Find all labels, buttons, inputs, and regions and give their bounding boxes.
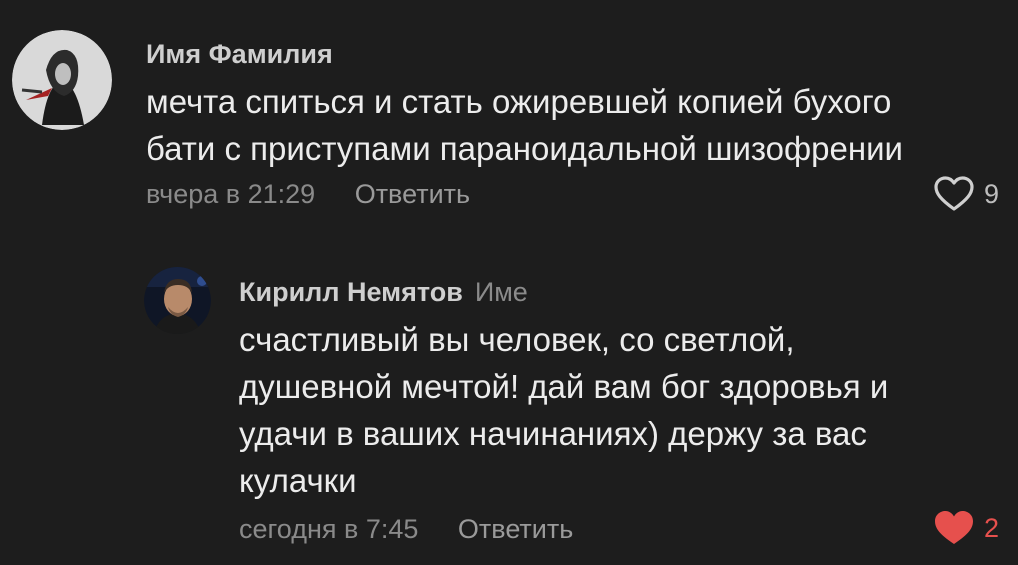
reply-button[interactable]: Ответить [458,514,573,544]
reply-button[interactable]: Ответить [355,179,470,209]
avatar-image [144,267,211,334]
comment-author[interactable]: Кирилл Немятов Име [239,277,528,308]
comment-text: счастливый вы человек, со светлой, душев… [239,321,889,499]
like-button[interactable]: 2 [934,510,999,546]
heart-filled-icon [935,511,973,544]
comment-text: мечта спиться и стать ожиревшей копией б… [146,83,903,167]
avatar-image [12,30,112,130]
comment-timestamp: вчера в 21:29 [146,179,316,209]
avatar[interactable] [144,267,211,334]
comment-meta: вчера в 21:29 Ответить [146,179,470,210]
like-count: 2 [984,512,1000,543]
comment-meta: сегодня в 7:45 Ответить [239,514,573,545]
comment-author[interactable]: Имя Фамилия [146,39,333,70]
reply-to-mention[interactable]: Име [475,277,528,307]
like-count: 9 [984,178,1000,209]
heart-outline-icon [934,176,974,211]
like-button[interactable]: 9 [934,176,999,212]
avatar[interactable] [12,30,112,130]
comment-timestamp: сегодня в 7:45 [239,514,419,544]
